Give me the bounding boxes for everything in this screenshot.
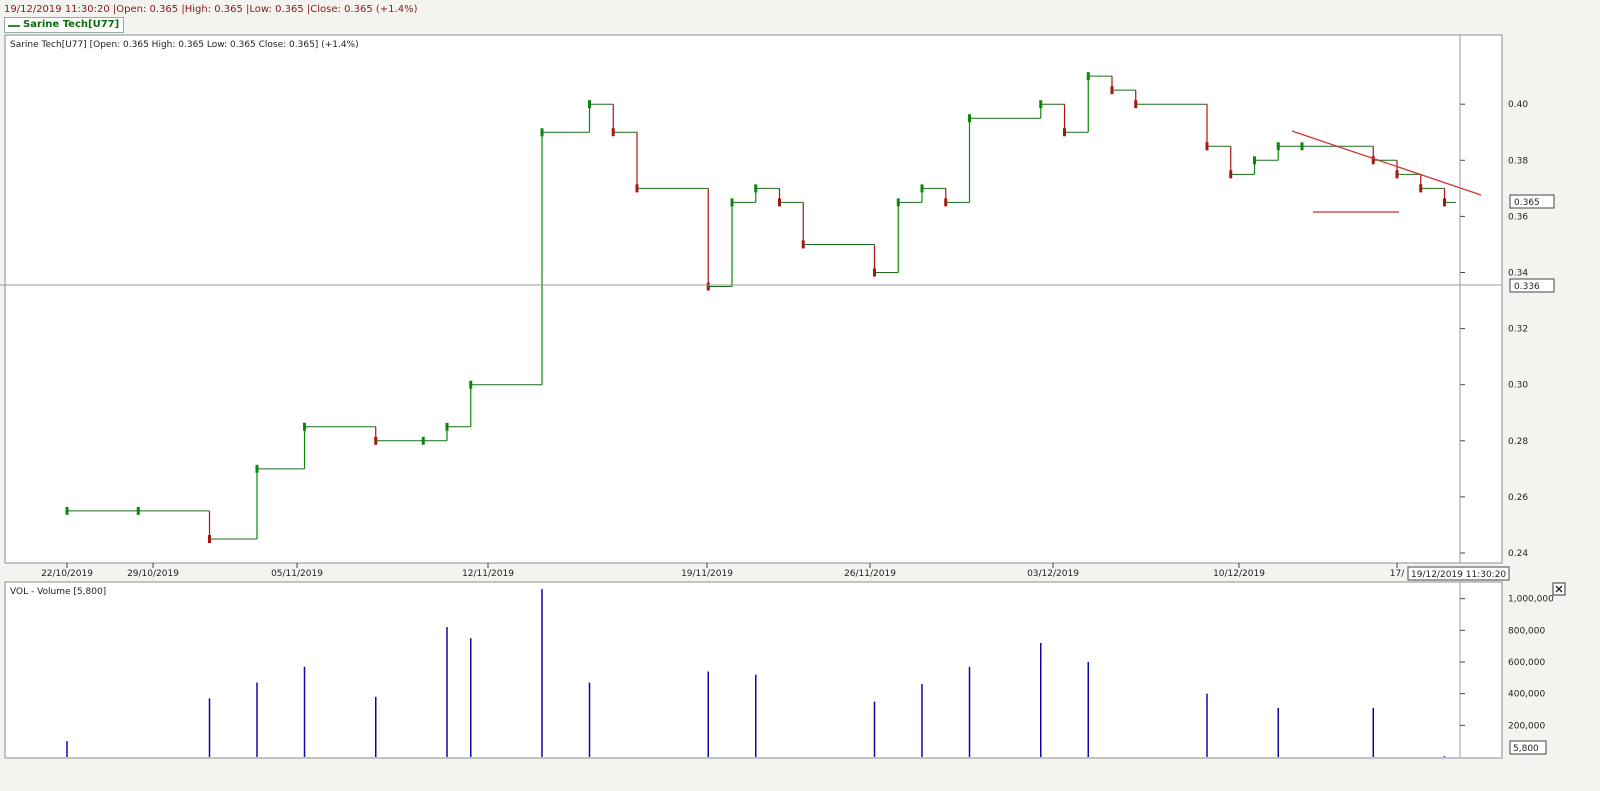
price-x-axis: 22/10/2019 29/10/2019 05/11/2019 12/11/2019… [41,563,1405,579]
legend-label: Sarine Tech[U77] [23,19,120,30]
volume-panel [4,581,1503,759]
x-tick-label: 26/11/2019 [844,569,896,579]
last-volume-value: 5,800 [1513,744,1539,754]
y-tick-label: 0.24 [1508,549,1528,559]
crosshair-price-value: 0.336 [1514,282,1540,292]
price-panel [4,34,1503,564]
x-tick-label: 12/11/2019 [462,569,514,579]
x-tick-label: 22/10/2019 [41,569,93,579]
y-tick-label: 0.34 [1508,269,1528,279]
x-tick-label: 19/11/2019 [681,569,733,579]
x-tick-label: 29/10/2019 [127,569,179,579]
y-tick-label: 0.40 [1508,100,1528,110]
volume-y-tick-label: 1,000,000 [1508,595,1554,605]
close-x-icon[interactable] [1552,582,1566,596]
y-tick-label: 0.28 [1508,437,1528,447]
y-tick-label: 0.38 [1508,156,1528,166]
x-tick-label: 05/11/2019 [271,569,323,579]
crosshair-time-value: 19/12/2019 11:30:20 [1411,570,1506,580]
volume-y-tick-label: 800,000 [1508,626,1545,636]
volume-y-tick-label: 400,000 [1508,690,1545,700]
x-tick-label: 17/ [1390,569,1405,579]
y-tick-label: 0.30 [1508,381,1528,391]
x-tick-label: 10/12/2019 [1213,569,1265,579]
legend-line-icon [8,25,20,27]
legend-tab[interactable]: Sarine Tech[U77] [4,17,125,33]
y-tick-label: 0.32 [1508,325,1528,335]
x-tick-label: 03/12/2019 [1027,569,1079,579]
y-tick-label: 0.36 [1508,212,1528,222]
volume-panel-info: VOL - Volume [5,800] [10,587,106,597]
price-panel-info: Sarine Tech[U77] [Open: 0.365 High: 0.36… [10,40,359,50]
y-tick-label: 0.26 [1508,493,1528,503]
last-price-value: 0.365 [1514,198,1540,208]
header-info-line: 19/12/2019 11:30:20 |Open: 0.365 |High: … [4,4,418,15]
volume-y-tick-label: 200,000 [1508,721,1545,731]
chart-canvas: Sarine Tech[U77] [Open: 0.365 High: 0.36… [0,34,1566,759]
volume-y-tick-label: 600,000 [1508,658,1545,668]
